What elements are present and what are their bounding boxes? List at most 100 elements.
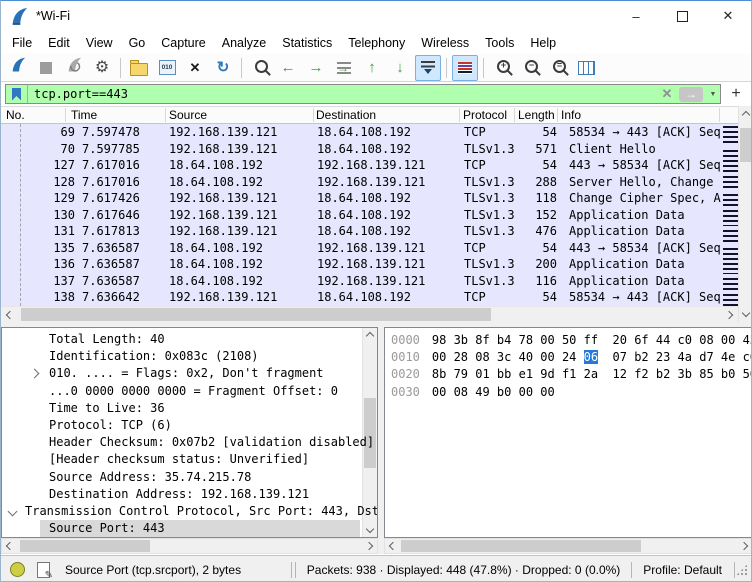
scroll-right-button[interactable] <box>722 307 738 322</box>
vscroll-thumb[interactable] <box>740 128 752 162</box>
scroll-left-button[interactable] <box>2 539 16 553</box>
scroll-left-button[interactable] <box>385 539 399 553</box>
display-filter-input[interactable]: tcp.port==443 ✕ → ▼ <box>5 84 721 104</box>
column-header-protocol[interactable]: Protocol <box>463 108 507 122</box>
column-header-length[interactable]: Length <box>518 108 555 122</box>
detail-line[interactable]: Time to Live: 36 <box>2 400 377 417</box>
scroll-left-button[interactable] <box>1 307 17 322</box>
packet-minimap[interactable] <box>723 124 738 306</box>
menu-analyze[interactable]: Analyze <box>214 33 274 53</box>
details-hscrollbar[interactable] <box>1 538 378 554</box>
go-back-button[interactable]: ← <box>275 55 301 81</box>
menu-view[interactable]: View <box>78 33 121 53</box>
scroll-right-button[interactable] <box>738 539 752 553</box>
capture-options-button[interactable]: ⚙ <box>89 55 115 81</box>
minimize-button[interactable]: – <box>613 1 659 31</box>
go-to-packet-button[interactable]: → <box>331 55 357 81</box>
hex-row[interactable]: 003000 08 49 b0 00 00 <box>385 384 752 401</box>
packet-row[interactable]: 1357.63658718.64.108.192192.168.139.121T… <box>1 240 723 257</box>
packet-row[interactable]: 1387.636642192.168.139.12118.64.108.192T… <box>1 289 723 306</box>
packet-row[interactable]: 1297.617426192.168.139.12118.64.108.192T… <box>1 190 723 207</box>
zoom-reset-button[interactable]: = <box>545 55 571 81</box>
menu-telephony[interactable]: Telephony <box>340 33 413 53</box>
scroll-up-button[interactable] <box>739 106 752 122</box>
column-divider[interactable] <box>459 108 460 122</box>
menu-wireless[interactable]: Wireless <box>413 33 477 53</box>
detail-line[interactable]: Protocol: TCP (6) <box>2 417 377 434</box>
packet-row[interactable]: 1307.617646192.168.139.12118.64.108.192T… <box>1 207 723 224</box>
hscroll-thumb[interactable] <box>20 540 150 552</box>
go-forward-button[interactable]: → <box>303 55 329 81</box>
hex-row[interactable]: 000098 3b 8f b4 78 00 50 ff 20 6f 44 c0 … <box>385 332 752 349</box>
zoom-out-button[interactable]: − <box>517 55 543 81</box>
menu-go[interactable]: Go <box>121 33 154 53</box>
go-last-packet-button[interactable]: ↓ <box>387 55 413 81</box>
add-filter-button[interactable]: + <box>725 84 747 104</box>
stop-capture-button[interactable] <box>33 55 59 81</box>
detail-line[interactable]: ...0 0000 0000 0000 = Fragment Offset: 0 <box>2 383 377 400</box>
scroll-up-button[interactable] <box>363 328 377 342</box>
packet-row[interactable]: 1367.63658718.64.108.192192.168.139.121T… <box>1 256 723 273</box>
collapse-chevron-icon[interactable] <box>8 506 18 516</box>
detail-line[interactable]: Source Port: 443 <box>2 520 377 537</box>
close-button[interactable]: ✕ <box>705 1 751 31</box>
start-capture-button[interactable] <box>5 55 31 81</box>
detail-line[interactable]: Header Checksum: 0x07b2 [validation disa… <box>2 434 377 451</box>
maximize-button[interactable] <box>659 1 705 31</box>
detail-line[interactable]: Destination Address: 192.168.139.121 <box>2 486 377 503</box>
filter-bookmark-button[interactable] <box>6 85 28 103</box>
detail-line[interactable]: Identification: 0x083c (2108) <box>2 348 377 365</box>
menu-statistics[interactable]: Statistics <box>274 33 340 53</box>
resize-columns-button[interactable] <box>573 55 599 81</box>
detail-line[interactable]: Source Address: 35.74.215.78 <box>2 469 377 486</box>
menu-help[interactable]: Help <box>522 33 564 53</box>
filter-clear-button[interactable]: ✕ <box>658 86 676 102</box>
column-header-info[interactable]: Info <box>561 108 581 122</box>
column-divider[interactable] <box>65 108 66 122</box>
expert-info-icon[interactable] <box>10 562 25 577</box>
colorize-button[interactable] <box>452 55 478 81</box>
open-file-button[interactable] <box>126 55 152 81</box>
expand-chevron-icon[interactable] <box>30 369 40 379</box>
save-file-button[interactable]: 010 <box>154 55 180 81</box>
hex-row[interactable]: 00208b 79 01 bb e1 9d f1 2a 12 f2 b2 3b … <box>385 366 752 383</box>
filter-dropdown-arrow[interactable]: ▼ <box>706 91 720 98</box>
packet-row[interactable]: 1377.63658718.64.108.192192.168.139.121T… <box>1 273 723 290</box>
auto-scroll-button[interactable] <box>415 55 441 81</box>
filter-expression[interactable]: tcp.port==443 <box>28 87 658 101</box>
packet-row[interactable]: 1317.617813192.168.139.12118.64.108.192T… <box>1 223 723 240</box>
scroll-down-button[interactable] <box>739 306 752 322</box>
zoom-in-button[interactable]: + <box>489 55 515 81</box>
filter-apply-button[interactable]: → <box>679 87 703 102</box>
packet-row[interactable]: 707.597785192.168.139.12118.64.108.192TL… <box>1 141 723 158</box>
find-packet-button[interactable] <box>247 55 273 81</box>
packet-list-hscrollbar[interactable] <box>1 306 738 322</box>
column-header-time[interactable]: Time <box>71 108 97 122</box>
column-divider[interactable] <box>557 108 558 122</box>
hscroll-thumb[interactable] <box>21 308 491 321</box>
menu-tools[interactable]: Tools <box>477 33 522 53</box>
detail-line[interactable]: [Header checksum status: Unverified] <box>2 451 377 468</box>
vscroll-thumb[interactable] <box>364 398 376 468</box>
hex-row[interactable]: 001000 28 08 3c 40 00 24 06 07 b2 23 4a … <box>385 349 752 366</box>
hscroll-thumb[interactable] <box>401 540 641 552</box>
detail-line[interactable]: 010. .... = Flags: 0x2, Don't fragment <box>2 365 377 382</box>
menu-capture[interactable]: Capture <box>153 33 213 53</box>
capture-comment-icon[interactable] <box>37 562 50 578</box>
column-divider[interactable] <box>719 108 720 122</box>
scroll-down-button[interactable] <box>363 523 377 537</box>
detail-line[interactable]: Transmission Control Protocol, Src Port:… <box>2 503 377 520</box>
packet-row[interactable]: 1277.61701618.64.108.192192.168.139.121T… <box>1 157 723 174</box>
restart-capture-button[interactable] <box>61 55 87 81</box>
bytes-hscrollbar[interactable] <box>384 538 752 554</box>
resize-grip[interactable] <box>736 564 748 576</box>
menu-edit[interactable]: Edit <box>40 33 78 53</box>
column-divider[interactable] <box>313 108 314 122</box>
column-header-destination[interactable]: Destination <box>316 108 376 122</box>
menu-file[interactable]: File <box>4 33 40 53</box>
column-header-source[interactable]: Source <box>169 108 207 122</box>
packet-list-vscrollbar[interactable] <box>738 106 752 322</box>
reload-button[interactable]: ↻ <box>210 55 236 81</box>
column-divider[interactable] <box>165 108 166 122</box>
profile-label[interactable]: Profile: Default <box>643 563 722 577</box>
